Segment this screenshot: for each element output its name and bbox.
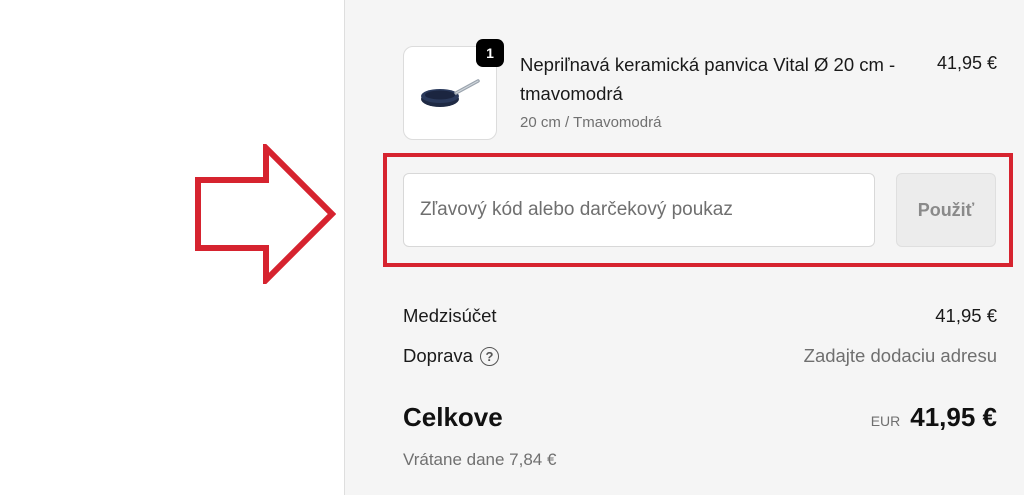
subtotal-value: 41,95 €: [935, 305, 997, 326]
product-price: 41,95 €: [936, 53, 997, 73]
subtotal-row: Medzisúčet 41,95 €: [403, 305, 997, 327]
shipping-label: Doprava: [403, 345, 473, 366]
shipping-row: Doprava ? Zadajte dodaciu adresu: [403, 345, 997, 367]
currency-code: EUR: [870, 413, 901, 429]
total-value: 41,95 €: [910, 402, 997, 432]
shipping-value: Zadajte dodaciu adresu: [803, 345, 997, 366]
order-summary: 1 Nepriľnavá keramická panvica Vital Ø 2…: [344, 0, 1024, 495]
discount-code-input[interactable]: [403, 173, 875, 247]
shipping-label-group: Doprava ?: [403, 345, 499, 367]
tax-note: Vrátane dane 7,84 €: [403, 450, 557, 469]
arrow-right-icon: [195, 144, 336, 284]
subtotal-label: Medzisúčet: [403, 305, 497, 326]
question-circle-icon[interactable]: ?: [479, 346, 499, 366]
product-name: Nepriľnavá keramická panvica Vital Ø 20 …: [520, 54, 896, 104]
left-column: [0, 0, 344, 495]
total-label: Celkove: [403, 402, 503, 432]
total-row: Celkove EUR 41,95 €: [403, 402, 997, 433]
total-amount-group: EUR 41,95 €: [871, 402, 997, 433]
product-variant: 20 cm / Tmavomodrá: [520, 114, 662, 131]
checkout-page: 1 Nepriľnavá keramická panvica Vital Ø 2…: [0, 0, 1024, 495]
frying-pan-icon: [421, 79, 480, 107]
quantity-badge: 1: [476, 39, 504, 67]
apply-discount-button[interactable]: Použiť: [896, 173, 996, 247]
cart-item: 1 Nepriľnavá keramická panvica Vital Ø 2…: [403, 39, 997, 142]
